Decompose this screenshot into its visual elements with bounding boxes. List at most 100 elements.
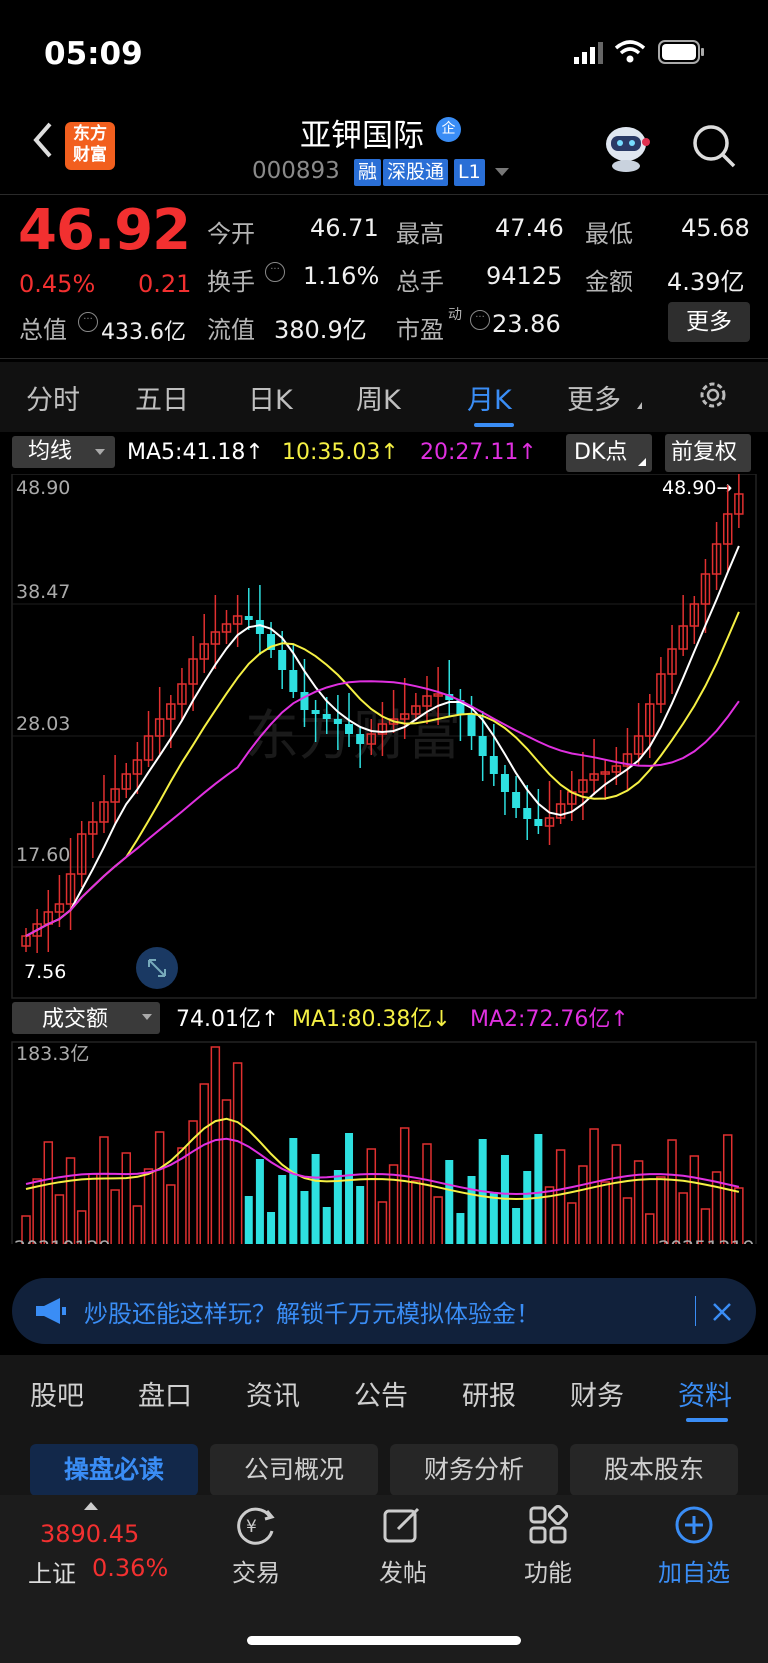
price-adjust-button[interactable]: 前复权 <box>665 434 751 472</box>
current-price: 46.92 <box>18 198 191 263</box>
volume-ma2: MA2:72.76亿↑ <box>470 1007 629 1032</box>
expand-caret-icon[interactable] <box>495 168 509 176</box>
subtab-shareholders[interactable]: 股本股东 <box>570 1444 738 1496</box>
volume-bar <box>622 1197 633 1244</box>
robot-assistant-icon[interactable] <box>600 122 652 172</box>
info-icon[interactable]: ··· <box>470 310 490 330</box>
tab-news[interactable]: 资讯 <box>246 1374 300 1413</box>
volume-bar <box>422 1143 432 1244</box>
index-value[interactable]: 3890.45 <box>40 1520 139 1548</box>
index-name[interactable]: 上证 <box>28 1554 76 1589</box>
volume-axis-label: 183.3亿 <box>16 1043 89 1065</box>
volume-bar <box>154 1131 165 1244</box>
more-caret-icon <box>637 402 642 409</box>
amount-value: 4.39亿 <box>667 268 745 296</box>
post-label[interactable]: 发帖 <box>373 1553 433 1588</box>
volume-bar <box>99 1136 109 1244</box>
change-amount: 0.21 <box>138 270 192 298</box>
total-value: 433.6亿 <box>101 320 186 345</box>
subtab-must-read[interactable]: 操盘必读 <box>30 1444 198 1496</box>
dk-point-button[interactable]: DK点 <box>566 434 652 472</box>
more-quote-button[interactable]: 更多 <box>668 302 750 342</box>
volume-label: 总手 <box>396 268 444 296</box>
volume-bar <box>210 1046 221 1244</box>
turnover-label: 换手 <box>207 268 255 296</box>
volume-bar <box>456 1213 465 1244</box>
volume-bar <box>523 1171 532 1244</box>
info-icon[interactable]: ··· <box>265 262 285 282</box>
add-watchlist-icon[interactable] <box>674 1505 714 1545</box>
search-icon[interactable] <box>690 122 738 170</box>
volume-bar <box>199 1083 209 1244</box>
kline-chart[interactable]: 东方财富 48.90 38.47 28.03 17.60 48.90→ 7.56… <box>0 474 768 1244</box>
volume-bar <box>600 1181 610 1244</box>
pe-value: 23.86 <box>492 310 561 338</box>
tab-more[interactable]: 更多 <box>567 378 621 417</box>
end-date: 20251219 <box>658 1237 755 1244</box>
candle <box>500 774 509 792</box>
volume-bar <box>278 1175 287 1244</box>
ma20-value: 20:27.11↑ <box>420 440 537 465</box>
close-icon[interactable] <box>712 1302 732 1322</box>
volume-bar <box>143 1168 154 1244</box>
trade-label[interactable]: 交易 <box>226 1553 286 1588</box>
tab-finance[interactable]: 财务 <box>570 1374 624 1413</box>
tag-sgt: 深股通 <box>383 159 449 186</box>
settings-gear-icon[interactable] <box>696 378 730 412</box>
add-watchlist-label[interactable]: 加自选 <box>654 1553 734 1588</box>
turnover-value: 1.16% <box>303 262 380 290</box>
tag-rong: 融 <box>354 159 382 186</box>
low-label: 最低 <box>585 220 633 248</box>
high-label: 最高 <box>396 220 444 248</box>
volume-header: 成交额 74.01亿↑ MA1:80.38亿↓ MA2:72.76亿↑ <box>12 1002 629 1034</box>
candle <box>289 670 298 692</box>
tab-daily-k[interactable]: 日K <box>248 378 293 417</box>
volume-bar <box>411 1180 421 1244</box>
candle <box>333 719 342 724</box>
volume-bar <box>132 1205 143 1244</box>
amount-label: 金额 <box>585 268 633 296</box>
volume-bar <box>377 1201 388 1244</box>
wifi-icon <box>614 40 646 63</box>
back-icon[interactable] <box>28 120 58 160</box>
candle <box>512 792 521 808</box>
tag-l1: L1 <box>454 159 485 186</box>
index-change[interactable]: 0.36% <box>92 1554 168 1582</box>
tab-research[interactable]: 研报 <box>462 1374 516 1413</box>
price-axis-label: 28.03 <box>16 713 70 735</box>
tab-announcements[interactable]: 公告 <box>354 1374 408 1413</box>
home-indicator <box>247 1636 521 1645</box>
open-value: 46.71 <box>310 214 379 242</box>
info-icon[interactable]: ··· <box>78 312 98 332</box>
svg-text:¥: ¥ <box>246 1517 257 1537</box>
float-label: 流值 <box>207 316 255 344</box>
volume-bar <box>322 1207 331 1244</box>
candle <box>278 650 287 670</box>
candles <box>21 474 744 953</box>
tab-intraday[interactable]: 分时 <box>26 378 80 417</box>
features-label[interactable]: 功能 <box>518 1553 578 1588</box>
volume-ma-lines <box>25 1117 740 1201</box>
status-time: 05:09 <box>44 36 143 72</box>
total-value-label: 总值 <box>19 316 67 344</box>
tab-monthly-k[interactable]: 月K <box>467 378 512 417</box>
tab-guba[interactable]: 股吧 <box>30 1374 84 1413</box>
promo-text[interactable]: 炒股还能这样玩？解锁千万元模拟体验金！ <box>84 1294 540 1329</box>
subtab-financial-analysis[interactable]: 财务分析 <box>390 1444 558 1496</box>
tab-pankou[interactable]: 盘口 <box>138 1374 192 1413</box>
volume-bar <box>289 1138 298 1244</box>
tab-five-day[interactable]: 五日 <box>135 378 189 417</box>
indicator-select[interactable]: 均线 <box>12 436 115 468</box>
tab-profile[interactable]: 资料 <box>678 1374 732 1413</box>
volume-ma1: MA1:80.38亿↓ <box>292 1007 451 1032</box>
stock-code: 000893 <box>252 158 340 184</box>
subtab-company-overview[interactable]: 公司概况 <box>210 1444 378 1496</box>
volume-bar <box>32 1178 42 1244</box>
active-tab-indicator <box>474 423 514 427</box>
features-grid-icon[interactable] <box>528 1505 568 1545</box>
candle <box>478 736 487 756</box>
tab-weekly-k[interactable]: 周K <box>356 378 401 417</box>
index-up-arrow-icon <box>84 1502 98 1510</box>
trade-icon[interactable]: ¥ <box>234 1505 278 1545</box>
post-edit-icon[interactable] <box>382 1505 424 1545</box>
